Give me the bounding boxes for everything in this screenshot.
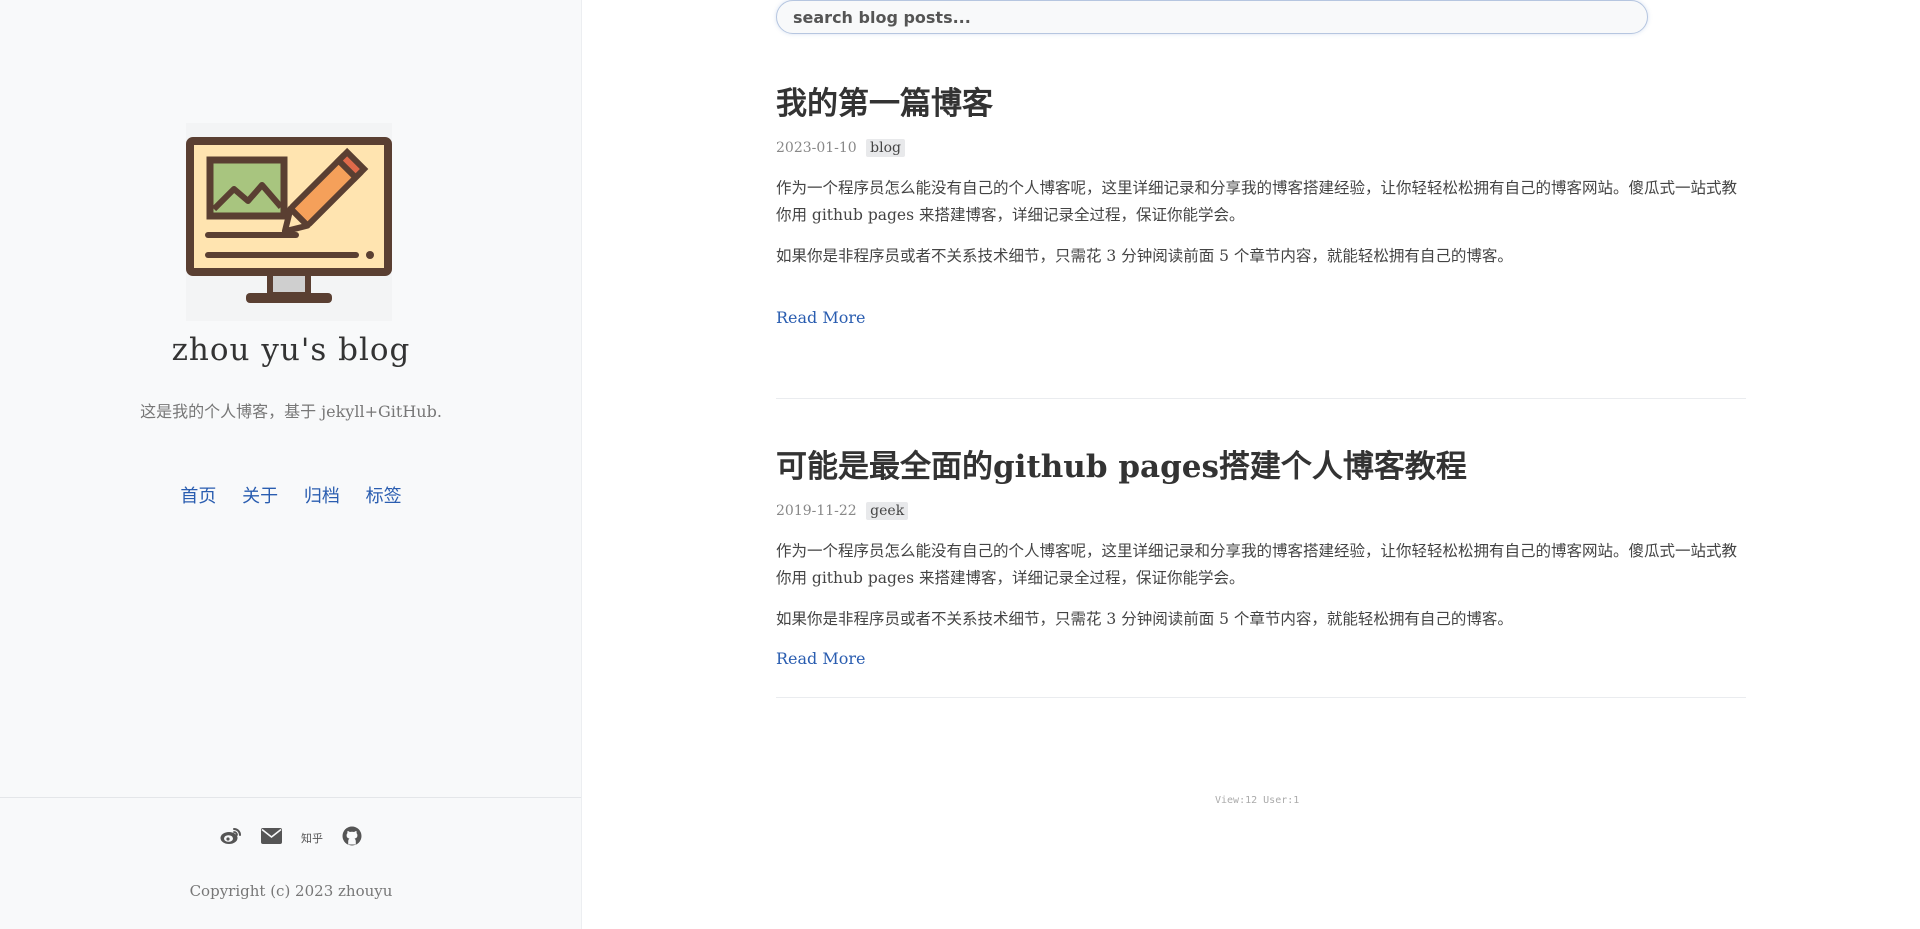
post-divider: [776, 398, 1746, 399]
weibo-icon[interactable]: [220, 827, 242, 849]
post-excerpt: 作为一个程序员怎么能没有自己的个人博客呢，这里详细记录和分享我的博客搭建经验，让…: [776, 538, 1746, 633]
site-logo[interactable]: [186, 123, 392, 321]
post-tag[interactable]: geek: [866, 502, 909, 520]
nav-item-tags[interactable]: 标签: [366, 486, 402, 507]
post-title[interactable]: 可能是最全面的github pages搭建个人博客教程: [776, 441, 1746, 486]
zhihu-link[interactable]: 知乎: [301, 830, 323, 846]
sidebar-divider: [0, 797, 581, 798]
main-content: 我的第一篇博客 2023-01-10 blog 作为一个程序员怎么能没有自己的个…: [582, 0, 1920, 929]
post-meta: 2023-01-10 blog: [776, 139, 1746, 161]
nav-item-archive[interactable]: 归档: [304, 486, 340, 507]
site-title[interactable]: zhou yu's blog: [0, 332, 582, 368]
post-title[interactable]: 我的第一篇博客: [776, 78, 1746, 123]
nav-item-about[interactable]: 关于: [242, 486, 278, 507]
nav-item-home[interactable]: 首页: [180, 486, 216, 507]
post-divider: [776, 697, 1746, 698]
post-excerpt-paragraph: 如果你是非程序员或者不关系技术细节，只需花 3 分钟阅读前面 5 个章节内容，就…: [776, 247, 1513, 265]
github-icon[interactable]: [342, 826, 362, 850]
search-input[interactable]: [776, 0, 1648, 34]
post-item: 我的第一篇博客 2023-01-10 blog 作为一个程序员怎么能没有自己的个…: [776, 78, 1746, 327]
read-more-link[interactable]: Read More: [776, 308, 866, 327]
copyright: Copyright (c) 2023 zhouyu: [189, 882, 393, 900]
post-excerpt-paragraph: 作为一个程序员怎么能没有自己的个人博客呢，这里详细记录和分享我的博客搭建经验，让…: [776, 179, 1738, 224]
main-nav: 首页 关于 归档 标签: [0, 482, 582, 508]
post-excerpt-paragraph: 作为一个程序员怎么能没有自己的个人博客呢，这里详细记录和分享我的博客搭建经验，让…: [776, 542, 1738, 587]
post-date: 2023-01-10: [776, 140, 857, 156]
read-more-link[interactable]: Read More: [776, 649, 866, 668]
social-links: 知乎: [0, 826, 582, 850]
post-meta: 2019-11-22 geek: [776, 502, 1746, 524]
envelope-icon[interactable]: [260, 828, 282, 848]
visitor-stats: View:12 User:1: [1215, 795, 1300, 806]
post-date: 2019-11-22: [776, 503, 857, 519]
post-excerpt: 作为一个程序员怎么能没有自己的个人博客呢，这里详细记录和分享我的博客搭建经验，让…: [776, 175, 1746, 270]
post-item: 可能是最全面的github pages搭建个人博客教程 2019-11-22 g…: [776, 441, 1746, 668]
site-description: 这是我的个人博客，基于 jekyll+GitHub.: [140, 402, 442, 421]
monitor-with-image-and-pencil-icon: [186, 137, 392, 303]
post-excerpt-paragraph: 如果你是非程序员或者不关系技术细节，只需花 3 分钟阅读前面 5 个章节内容，就…: [776, 610, 1513, 628]
sidebar: zhou yu's blog 这是我的个人博客，基于 jekyll+GitHub…: [0, 0, 582, 929]
post-tag[interactable]: blog: [866, 139, 906, 157]
